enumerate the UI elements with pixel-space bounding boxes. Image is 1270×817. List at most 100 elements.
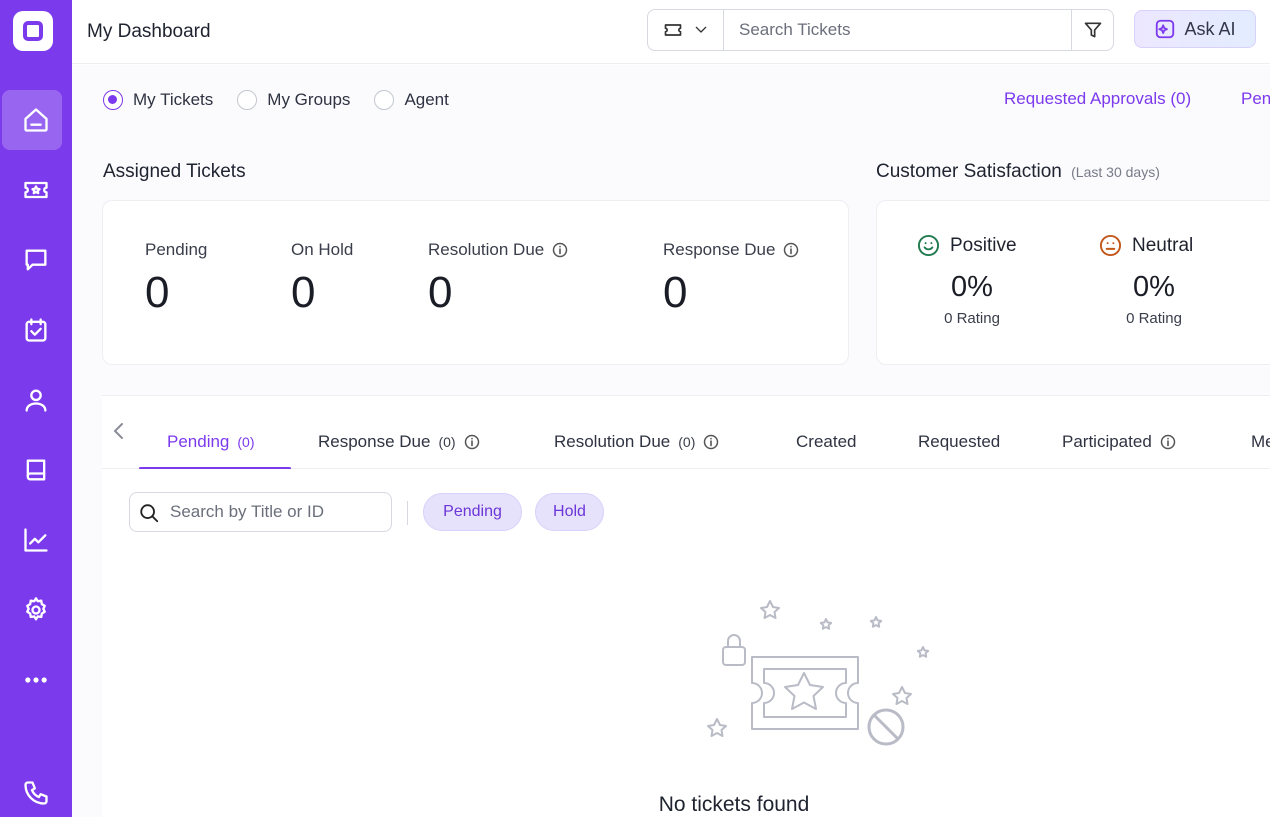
tab-created[interactable]: Created [796,432,856,452]
smile-face-icon [917,234,940,257]
stat-pending[interactable]: Pending 0 [145,240,207,318]
gear-icon [26,597,46,621]
nav-more[interactable] [0,650,72,710]
stat-on-hold[interactable]: On Hold 0 [291,240,353,318]
csat-title: Customer Satisfaction [876,161,1062,182]
nav-knowledge-base[interactable] [0,440,72,500]
nav-settings[interactable] [0,580,72,640]
radio-my-groups[interactable]: My Groups [237,90,350,110]
filter-icon [1084,22,1101,38]
title-search-input[interactable] [170,493,385,531]
csat-label: Neutral [1132,234,1194,256]
ticket-list-panel: Pending Hold No tickets found [102,469,1270,817]
tab-label: Resolution Due [554,432,671,451]
dashboard-main: My Tickets My Groups Agent Requested App… [72,65,1270,817]
tab-pending[interactable]: Pending (0) [167,432,255,452]
book-icon [26,459,46,481]
radio-agent[interactable]: Agent [374,90,449,110]
nav-reports[interactable] [0,510,72,570]
radio-circle [374,90,395,110]
tab-label: Requested [918,432,1001,451]
assigned-tickets-card: Pending 0 On Hold 0 Resolution Due 0 Res… [102,200,849,365]
calendar-check-icon [25,318,47,342]
tab-label: Participated [1062,432,1152,451]
page-title: My Dashboard [87,21,211,42]
tab-label: Created [796,432,857,451]
ask-ai-button[interactable]: Ask AI [1134,10,1256,48]
stat-label: Response Due [663,240,776,259]
customer-satisfaction-card: Positive 0% 0 Rating Neutral 0% 0 Rating [876,200,1270,365]
info-icon[interactable] [552,242,568,258]
info-icon[interactable] [783,242,799,258]
radio-circle [237,90,258,110]
assigned-tickets-title: Assigned Tickets [103,161,246,182]
tabs-scroll-left-button[interactable] [110,420,130,444]
tab-requested[interactable]: Requested [918,432,1000,452]
nav-tickets[interactable] [0,160,72,220]
requested-approvals-link[interactable]: Requested Approvals (0) [1004,89,1191,109]
info-icon[interactable] [464,434,480,450]
top-bar: My Dashboard Ask AI [72,0,1270,64]
empty-state-message: No tickets found [658,793,810,816]
stat-value: 0 [145,268,170,317]
csat-label: Positive [950,234,1017,256]
divider [407,501,408,525]
ticket-icon [664,24,681,36]
tab-count: (0) [678,434,696,450]
nav-contacts[interactable] [0,370,72,430]
stat-response-due[interactable]: Response Due 0 [663,240,799,318]
csat-rating: 0 Rating [1126,310,1182,327]
search-icon [140,504,159,523]
user-icon [25,389,47,412]
home-icon [24,108,48,132]
neutral-face-icon [1099,234,1122,257]
csat-positive[interactable]: Positive 0% 0 Rating [917,234,1047,327]
tab-label: Pending [167,432,230,451]
csat-rating: 0 Rating [944,310,1000,327]
filter-chip-pending[interactable]: Pending [423,493,522,531]
tab-participated[interactable]: Participated [1062,432,1176,452]
scope-radio-group: My Tickets My Groups Agent [103,90,473,110]
csat-neutral[interactable]: Neutral 0% 0 Rating [1099,234,1229,327]
nav-home[interactable] [0,90,72,150]
search-type-dropdown[interactable] [648,10,724,50]
tab-resolution-due[interactable]: Resolution Due (0) [554,432,719,452]
customer-satisfaction-title: Customer Satisfaction (Last 30 days) [876,161,1160,183]
stat-resolution-due[interactable]: Resolution Due 0 [428,240,568,318]
filter-chip-hold[interactable]: Hold [535,493,604,531]
radio-label: Agent [404,90,449,109]
nav-phone[interactable] [0,763,72,817]
app-logo[interactable] [13,11,53,51]
csat-percent: 0% [1133,271,1175,303]
nav-tasks[interactable] [0,300,72,360]
csat-subtitle: (Last 30 days) [1071,164,1160,180]
stat-label: Resolution Due [428,240,545,259]
radio-label: My Groups [267,90,351,109]
tab-count: (0) [237,434,255,450]
stat-value: 0 [663,268,688,317]
phone-icon [24,781,48,805]
filter-button[interactable] [1071,10,1113,50]
ticket-search-group [647,9,1114,51]
chat-icon [25,249,47,271]
chevron-left-icon [113,423,123,439]
sparkle-icon [1156,19,1175,39]
ticket-tabs: Pending (0) Response Due (0) Resolution … [102,395,1270,470]
tab-mentioned[interactable]: Me [1251,432,1270,452]
info-icon[interactable] [1160,434,1176,450]
pending-approvals-link[interactable]: Pen [1241,89,1270,109]
chevron-down-icon [695,26,706,33]
nav-conversations[interactable] [0,230,72,290]
info-icon[interactable] [703,434,719,450]
radio-label: My Tickets [133,90,214,109]
radio-my-tickets[interactable]: My Tickets [103,90,213,110]
sidebar [0,0,72,817]
chart-line-icon [24,528,48,552]
empty-tickets-illustration [707,600,930,746]
tab-count: (0) [438,434,456,450]
tab-response-due[interactable]: Response Due (0) [318,432,480,452]
search-tickets-input[interactable] [725,10,1072,50]
ask-ai-label: Ask AI [1184,18,1236,39]
radio-circle [103,90,123,110]
title-search-field [129,492,392,532]
